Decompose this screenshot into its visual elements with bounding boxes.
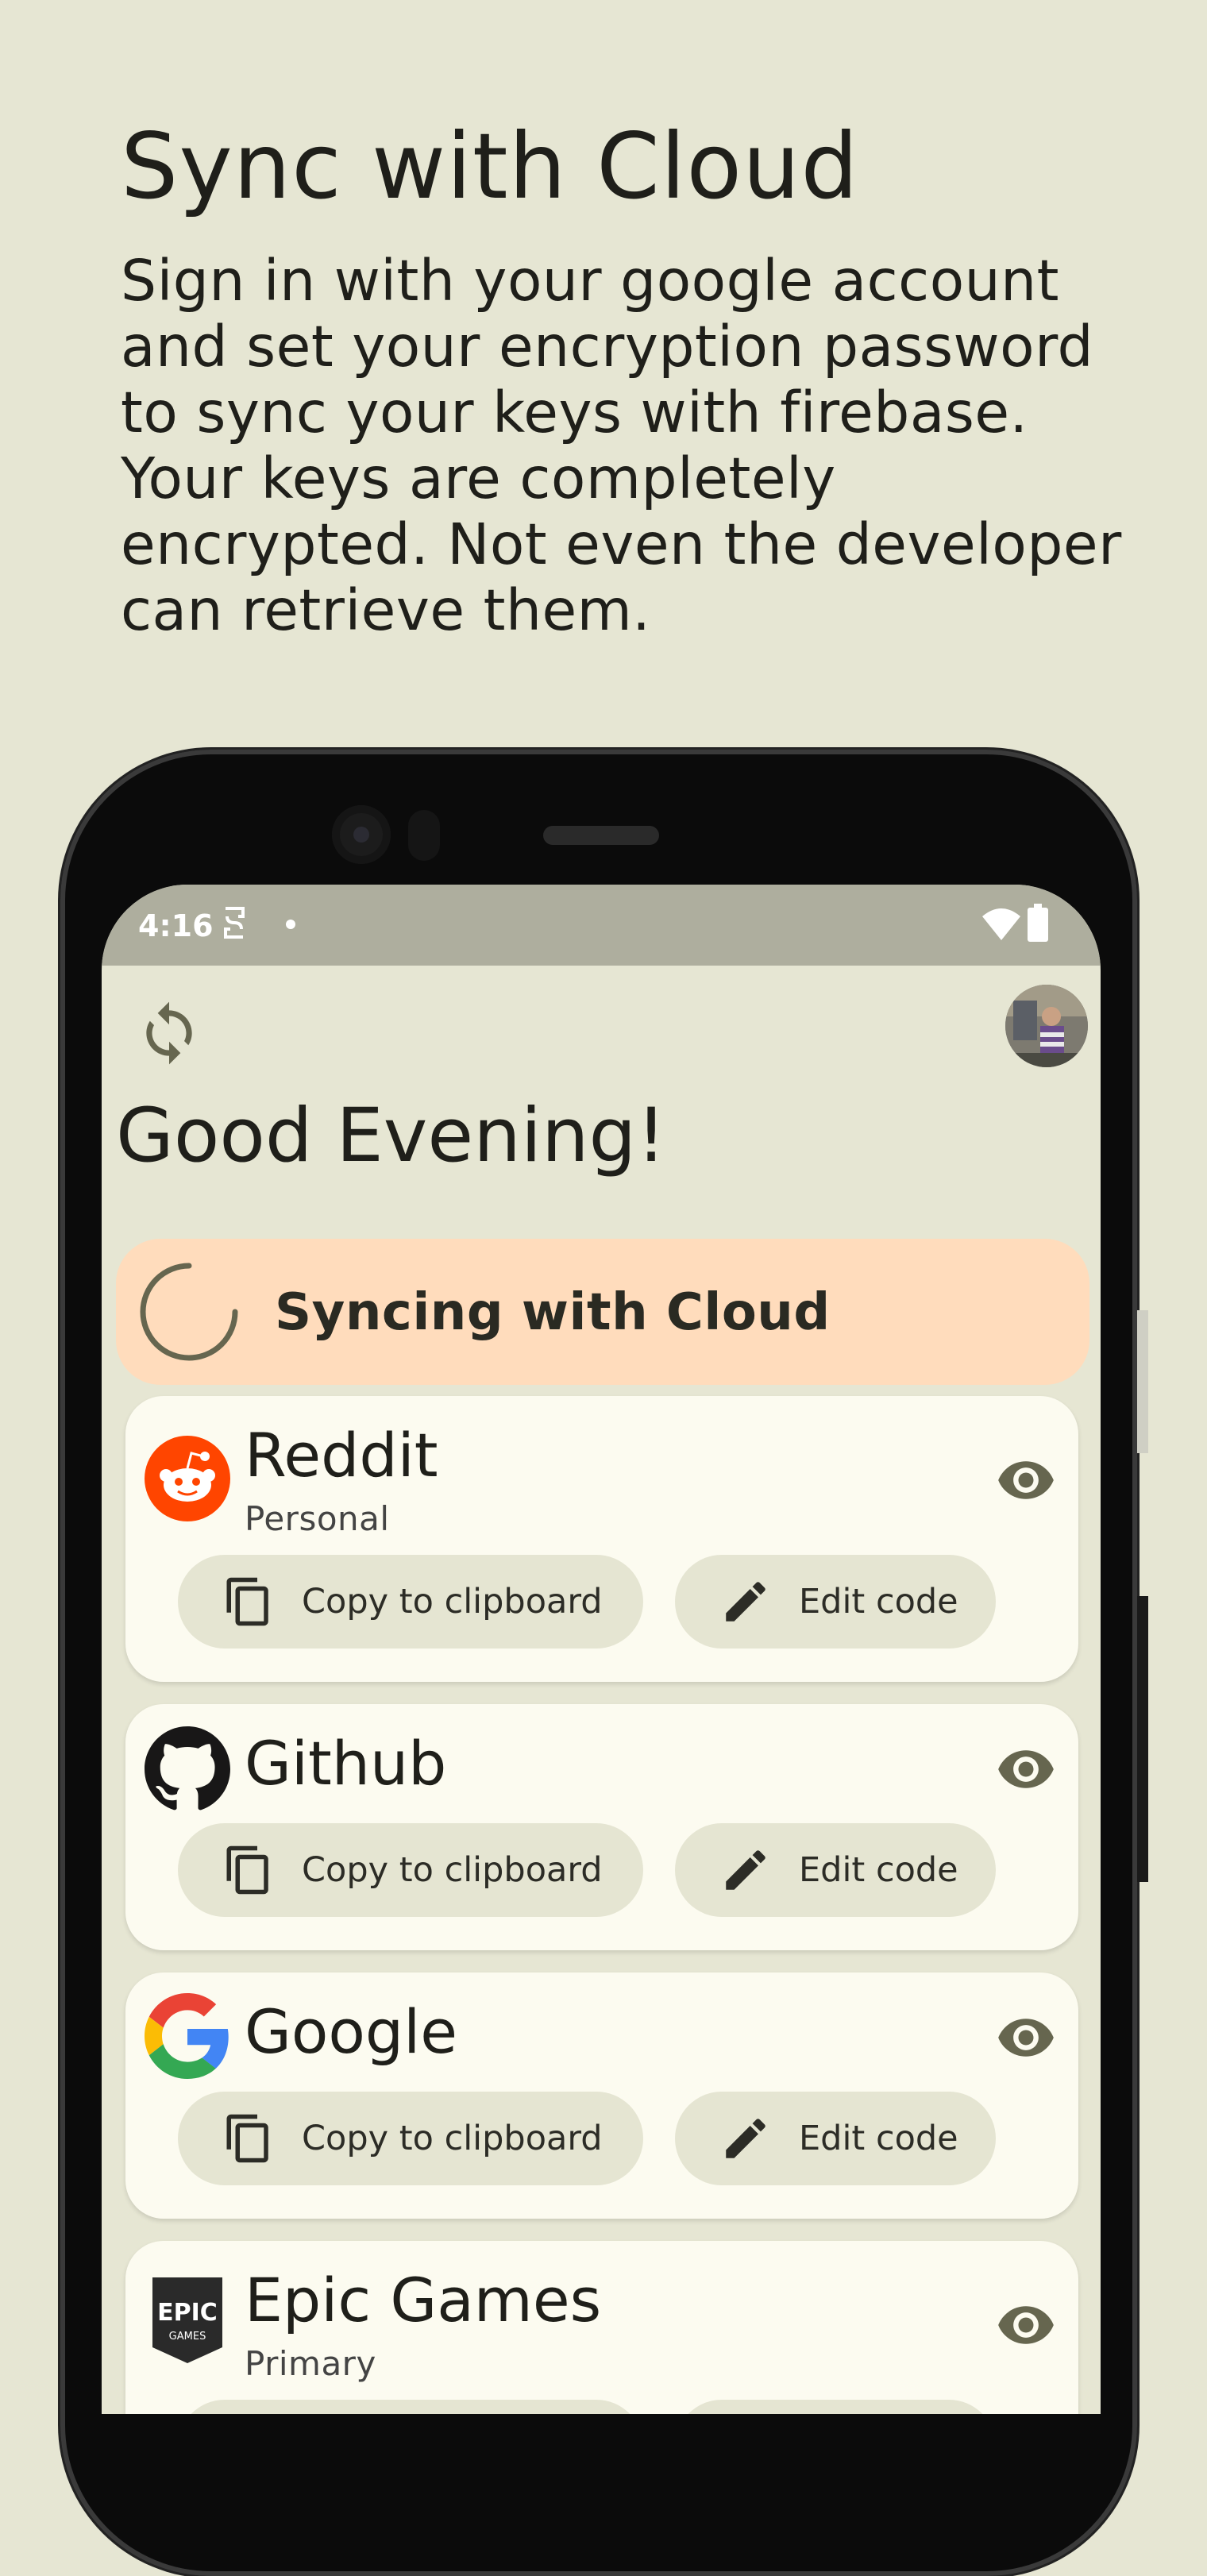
show-code-eye-icon[interactable]	[996, 1739, 1056, 1799]
notification-dot-icon	[286, 920, 295, 929]
greeting-title: Good Evening!	[116, 1093, 666, 1179]
edit-code-button[interactable]: Edit code	[675, 1823, 996, 1917]
phone-side-button	[1137, 1310, 1148, 1453]
status-bar: 4:16	[102, 885, 1101, 966]
edit-button-label: Edit code	[799, 2119, 958, 2158]
copy-icon	[226, 2114, 268, 2163]
edit-pencil-icon	[726, 1582, 765, 1622]
github-logo-icon	[145, 1726, 230, 1811]
edit-code-button[interactable]: Edit code	[675, 2092, 996, 2185]
earpiece-speaker	[543, 826, 659, 845]
account-card-reddit: Reddit Personal Copy to clipboard Edit c…	[125, 1396, 1078, 1682]
copy-to-clipboard-button[interactable]: Copy to clipboard	[178, 1555, 643, 1649]
copy-button-label: Copy to clipboard	[302, 1582, 603, 1622]
copy-icon	[226, 1845, 268, 1895]
show-code-eye-icon[interactable]	[996, 1450, 1056, 1510]
promo-title: Sync with Cloud	[121, 114, 859, 219]
account-card-github: Github Copy to clipboard Edit code	[125, 1704, 1078, 1950]
account-name: Google	[245, 1996, 458, 2067]
account-name: Github	[245, 1728, 447, 1799]
copy-button-label: Copy to clipboard	[302, 2119, 603, 2158]
account-card-google: Google Copy to clipboard Edit code	[125, 1972, 1078, 2219]
svg-text:GAMES: GAMES	[169, 2331, 206, 2343]
notification-icon	[224, 907, 245, 939]
front-sensor	[408, 810, 440, 861]
epic-games-logo-icon: EPIC GAMES	[152, 2277, 222, 2363]
sync-status-label: Syncing with Cloud	[275, 1283, 831, 1342]
promo-description: Sign in with your google account and set…	[121, 248, 1122, 643]
copy-to-clipboard-button[interactable]: Copy to clipboard	[178, 2092, 643, 2185]
edit-code-button[interactable]	[675, 2400, 996, 2414]
account-name: Epic Games	[245, 2265, 602, 2335]
loading-spinner-icon	[140, 1263, 238, 1361]
battery-icon	[1028, 904, 1048, 942]
status-time: 4:16	[138, 908, 214, 943]
show-code-eye-icon[interactable]	[996, 2007, 1056, 2068]
front-camera	[332, 805, 391, 864]
phone-volume-button	[1137, 1596, 1148, 1882]
account-tag: Primary	[245, 2344, 376, 2383]
copy-to-clipboard-button[interactable]	[178, 2400, 643, 2414]
show-code-eye-icon[interactable]	[996, 2295, 1056, 2355]
phone-screen: 4:16 Good Evening! Syncing with Cloud Re…	[102, 885, 1101, 2414]
sync-status-banner: Syncing with Cloud	[116, 1239, 1089, 1385]
edit-button-label: Edit code	[799, 1850, 958, 1890]
sync-icon[interactable]	[135, 999, 203, 1067]
edit-pencil-icon	[726, 1850, 765, 1890]
account-name: Reddit	[245, 1420, 438, 1490]
account-tag: Personal	[245, 1499, 390, 1538]
wifi-icon	[982, 908, 1020, 940]
edit-button-label: Edit code	[799, 1582, 958, 1622]
edit-code-button[interactable]: Edit code	[675, 1555, 996, 1649]
reddit-logo-icon	[145, 1436, 230, 1521]
copy-icon	[226, 1577, 268, 1626]
account-card-epic-games: EPIC GAMES Epic Games Primary	[125, 2241, 1078, 2414]
copy-to-clipboard-button[interactable]: Copy to clipboard	[178, 1823, 643, 1917]
google-logo-icon	[145, 1993, 229, 2079]
copy-button-label: Copy to clipboard	[302, 1850, 603, 1890]
edit-pencil-icon	[726, 2119, 765, 2158]
user-avatar[interactable]	[1005, 985, 1088, 1067]
svg-text:EPIC: EPIC	[157, 2299, 218, 2327]
